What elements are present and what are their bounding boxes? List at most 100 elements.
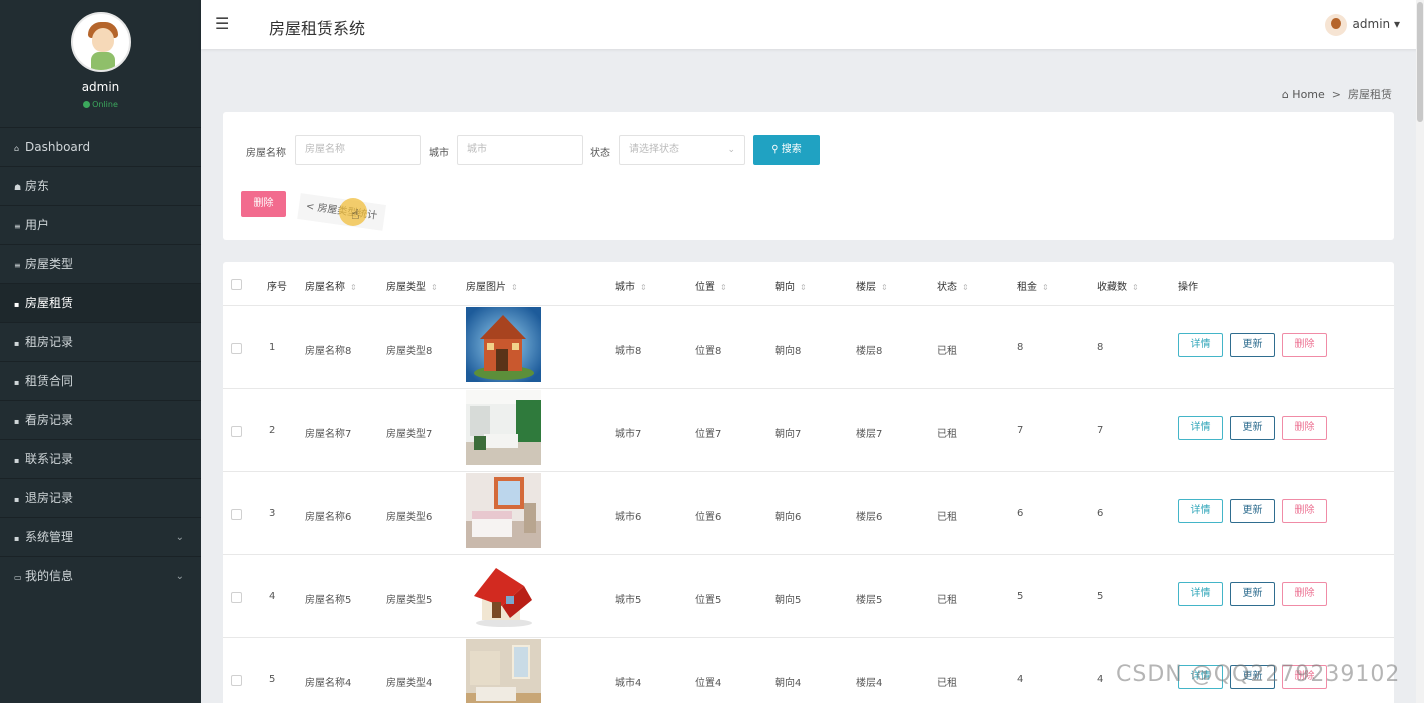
- house-name-input[interactable]: 房屋名称: [295, 135, 421, 165]
- sidebar-item-10[interactable]: ▪ 系统管理 ⌄: [0, 517, 201, 556]
- cell-no: 2: [269, 425, 276, 436]
- sidebar-item-label: 房屋租赁: [25, 296, 74, 310]
- delete-button[interactable]: 删除: [1282, 499, 1327, 523]
- row-checkbox[interactable]: [231, 343, 242, 354]
- row-checkbox[interactable]: [231, 675, 242, 686]
- cell-orientation: 朝向5: [775, 595, 802, 606]
- sort-icon[interactable]: ⇕: [350, 283, 357, 292]
- column-header-1[interactable]: 房屋名称 ⇕: [305, 278, 357, 293]
- table-row: 3 房屋名称6 房屋类型6 城市6 位置6 朝向6 楼层6 已租 6 6 详情 更新 删除: [223, 472, 1394, 555]
- column-header-7[interactable]: 楼层 ⇕: [856, 278, 888, 293]
- row-checkbox[interactable]: [231, 592, 242, 603]
- cell-floor: 楼层5: [856, 595, 883, 606]
- house-image[interactable]: [466, 639, 541, 703]
- select-all-checkbox[interactable]: [231, 279, 242, 290]
- chevron-down-icon: ⌄: [175, 571, 184, 582]
- column-header-6[interactable]: 朝向 ⇕: [775, 278, 807, 293]
- cell-type: 房屋类型7: [386, 429, 433, 440]
- column-header-8[interactable]: 状态 ⇕: [937, 278, 969, 293]
- user-menu[interactable]: admin ▾: [1324, 12, 1400, 36]
- update-button[interactable]: 更新: [1230, 582, 1275, 606]
- search-button[interactable]: ⚲ 搜索: [753, 135, 820, 165]
- breadcrumb: ⌂ Home > 房屋租赁: [1282, 86, 1392, 102]
- sidebar-item-1[interactable]: ☗ 房东: [0, 166, 201, 205]
- detail-button[interactable]: 详情: [1178, 416, 1223, 440]
- cell-floor: 楼层4: [856, 678, 883, 689]
- menu-toggle-icon[interactable]: ☰: [215, 14, 229, 33]
- sort-icon[interactable]: ⇕: [431, 283, 438, 292]
- column-header-5[interactable]: 位置 ⇕: [695, 278, 727, 293]
- column-header-2[interactable]: 房屋类型 ⇕: [386, 278, 438, 293]
- user-icon: ☗: [14, 183, 22, 192]
- sidebar-item-8[interactable]: ▪ 联系记录: [0, 439, 201, 478]
- column-header-9[interactable]: 租金 ⇕: [1017, 278, 1049, 293]
- batch-delete-button[interactable]: 删除: [241, 191, 286, 217]
- detail-button[interactable]: 详情: [1178, 499, 1223, 523]
- sort-icon[interactable]: ⇕: [1132, 283, 1139, 292]
- sidebar-item-7[interactable]: ▪ 看房记录: [0, 400, 201, 439]
- update-button[interactable]: 更新: [1230, 416, 1275, 440]
- cell-city: 城市6: [615, 512, 642, 523]
- column-header-3[interactable]: 房屋图片 ⇕: [466, 278, 518, 293]
- delete-button[interactable]: 删除: [1282, 416, 1327, 440]
- scrollbar[interactable]: [1416, 0, 1424, 703]
- hand-cursor-icon: ☝: [351, 207, 360, 223]
- sort-icon[interactable]: ⇕: [640, 283, 647, 292]
- cell-city: 城市8: [615, 346, 642, 357]
- cell-favorites: 4: [1097, 674, 1104, 685]
- sidebar-item-2[interactable]: ≡ 用户: [0, 205, 201, 244]
- cell-no: 3: [269, 508, 276, 519]
- city-input[interactable]: 城市: [457, 135, 583, 165]
- column-header-4[interactable]: 城市 ⇕: [615, 278, 647, 293]
- sidebar-item-5[interactable]: ▪ 租房记录: [0, 322, 201, 361]
- chevron-down-icon: ▾: [1393, 17, 1400, 31]
- sidebar-item-label: 房东: [25, 179, 50, 193]
- sort-icon[interactable]: ⇕: [962, 283, 969, 292]
- cell-city: 城市4: [615, 678, 642, 689]
- row-checkbox[interactable]: [231, 426, 242, 437]
- avatar: [70, 12, 131, 72]
- house-image[interactable]: [466, 307, 541, 382]
- lock-icon: ▪: [14, 339, 20, 348]
- cell-type: 房屋类型4: [386, 678, 433, 689]
- sidebar-item-label: 我的信息: [25, 569, 74, 583]
- delete-button[interactable]: 删除: [1282, 582, 1327, 606]
- column-header-10[interactable]: 收藏数 ⇕: [1097, 278, 1139, 293]
- grid-icon: ▪: [14, 300, 20, 309]
- row-checkbox[interactable]: [231, 509, 242, 520]
- table-icon: ▪: [14, 495, 20, 504]
- sort-icon[interactable]: ⇕: [881, 283, 888, 292]
- delete-button[interactable]: 删除: [1282, 333, 1327, 357]
- detail-button[interactable]: 详情: [1178, 582, 1223, 606]
- online-status: Online: [0, 100, 201, 109]
- user-profile: admin Online: [0, 0, 201, 127]
- update-button[interactable]: 更新: [1230, 333, 1275, 357]
- breadcrumb-home[interactable]: ⌂ Home: [1282, 88, 1325, 101]
- detail-button[interactable]: 详情: [1178, 333, 1223, 357]
- sidebar-item-11[interactable]: ▭ 我的信息 ⌄: [0, 556, 201, 595]
- scrollbar-thumb[interactable]: [1417, 2, 1423, 122]
- table-row: 1 房屋名称8 房屋类型8 城市8 位置8 朝向8 楼层8 已租 8 8 详情 更新 删除: [223, 306, 1394, 389]
- cell-status: 已租: [937, 346, 957, 357]
- cell-location: 位置5: [695, 595, 722, 606]
- cell-type: 房屋类型5: [386, 595, 433, 606]
- sidebar-item-6[interactable]: ▪ 租赁合同: [0, 361, 201, 400]
- sidebar-item-3[interactable]: ≡ 房屋类型: [0, 244, 201, 283]
- sidebar-item-9[interactable]: ▪ 退房记录: [0, 478, 201, 517]
- sort-icon[interactable]: ⇕: [1042, 283, 1049, 292]
- sort-icon[interactable]: ⇕: [720, 283, 727, 292]
- cell-rent: 8: [1017, 342, 1024, 353]
- sort-icon[interactable]: ⇕: [800, 283, 807, 292]
- home-icon: ⌂: [14, 144, 20, 153]
- house-image[interactable]: [466, 473, 541, 548]
- house-image[interactable]: [466, 390, 541, 465]
- cell-location: 位置4: [695, 678, 722, 689]
- house-image[interactable]: [466, 556, 541, 631]
- sort-icon[interactable]: ⇕: [511, 283, 518, 292]
- watermark: CSDN @QQ2279239102: [1116, 662, 1401, 687]
- status-select[interactable]: 请选择状态 ⌄: [619, 135, 745, 165]
- breadcrumb-current: 房屋租赁: [1348, 88, 1392, 101]
- update-button[interactable]: 更新: [1230, 499, 1275, 523]
- sidebar-item-0[interactable]: ⌂ Dashboard: [0, 127, 201, 166]
- sidebar-item-4[interactable]: ▪ 房屋租赁: [0, 283, 201, 322]
